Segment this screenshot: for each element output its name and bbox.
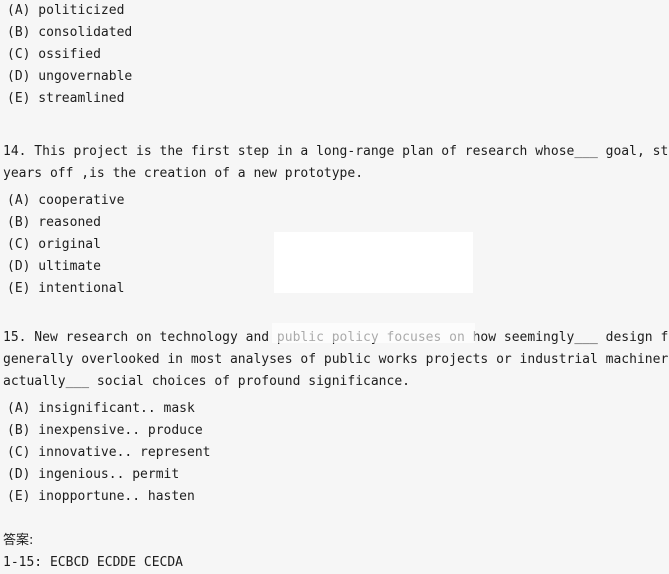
document-content: (A) politicized (B) consolidated (C) oss… — [0, 0, 669, 574]
question-15-stem-line-3: actually___ social choices of profound s… — [3, 374, 410, 389]
question-15: 15. New research on technology and publi… — [0, 327, 669, 508]
option-row: (D) ingenious.. permit — [7, 467, 180, 482]
option-row: (B) reasoned — [7, 215, 101, 230]
question-13-options: (A) politicized (B) consolidated (C) oss… — [0, 0, 669, 110]
option-row: (B) consolidated — [7, 25, 133, 40]
answer-key-heading: 答案: — [3, 533, 34, 548]
option-row: (A) politicized — [7, 3, 125, 18]
answer-key-line: 1-15: ECBCD ECDDE CECDA — [3, 555, 184, 570]
option-row: (A) cooperative — [7, 193, 125, 208]
question-14-stem-line-2: years off ,is the creation of a new prot… — [3, 166, 364, 181]
option-row: (E) inopportune.. hasten — [7, 489, 195, 504]
question-15-stem-line-2: generally overlooked in most analyses of… — [3, 352, 669, 367]
question-14-stem-line-1: 14. This project is the first step in a … — [3, 144, 669, 159]
option-row: (A) insignificant.. mask — [7, 401, 195, 416]
option-row: (E) streamlined — [7, 91, 125, 106]
question-14: 14. This project is the first step in a … — [0, 141, 669, 300]
option-row: (C) innovative.. represent — [7, 445, 211, 460]
question-15-stem-line-1: 15. New research on technology and publi… — [3, 330, 669, 345]
option-row: (C) original — [7, 237, 101, 252]
option-row: (D) ungovernable — [7, 69, 133, 84]
answer-key-section: 答案: 1-15: ECBCD ECDDE CECDA — [0, 530, 669, 574]
option-row: (D) ultimate — [7, 259, 101, 274]
option-row: (B) inexpensive.. produce — [7, 423, 203, 438]
document-page: (A) politicized (B) consolidated (C) oss… — [0, 0, 669, 570]
option-row: (C) ossified — [7, 47, 101, 62]
option-row: (E) intentional — [7, 281, 125, 296]
